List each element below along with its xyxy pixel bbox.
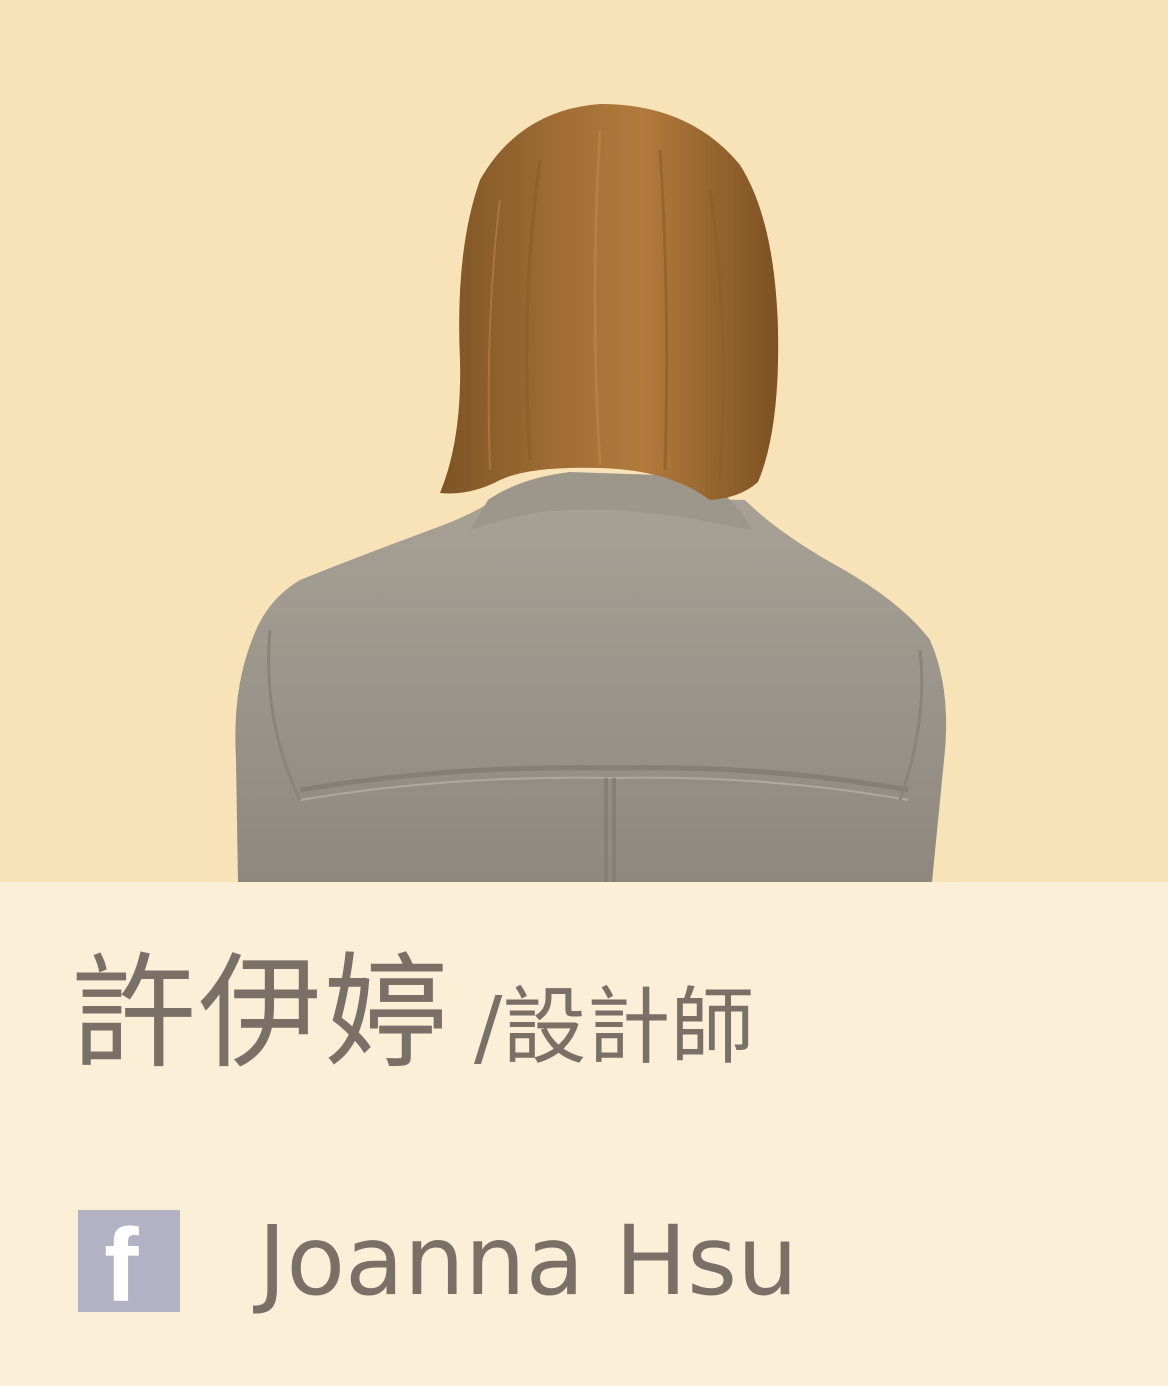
- profile-card: 許伊婷/設計師 f Joanna Hsu: [0, 0, 1168, 1386]
- person-back-illustration: [235, 104, 947, 882]
- name-title-line: 許伊婷/設計師: [72, 952, 754, 1076]
- person-role: /設計師: [474, 978, 755, 1076]
- facebook-glyph: f: [104, 1208, 139, 1324]
- facebook-link[interactable]: f Joanna Hsu: [78, 1210, 798, 1318]
- facebook-handle[interactable]: Joanna Hsu: [258, 1213, 798, 1309]
- jacket-shape: [235, 495, 947, 882]
- profile-info: 許伊婷/設計師 f Joanna Hsu: [0, 882, 1168, 1386]
- facebook-icon[interactable]: f: [78, 1210, 180, 1318]
- person-name: 許伊婷: [72, 942, 451, 1086]
- profile-photo: [0, 0, 1168, 882]
